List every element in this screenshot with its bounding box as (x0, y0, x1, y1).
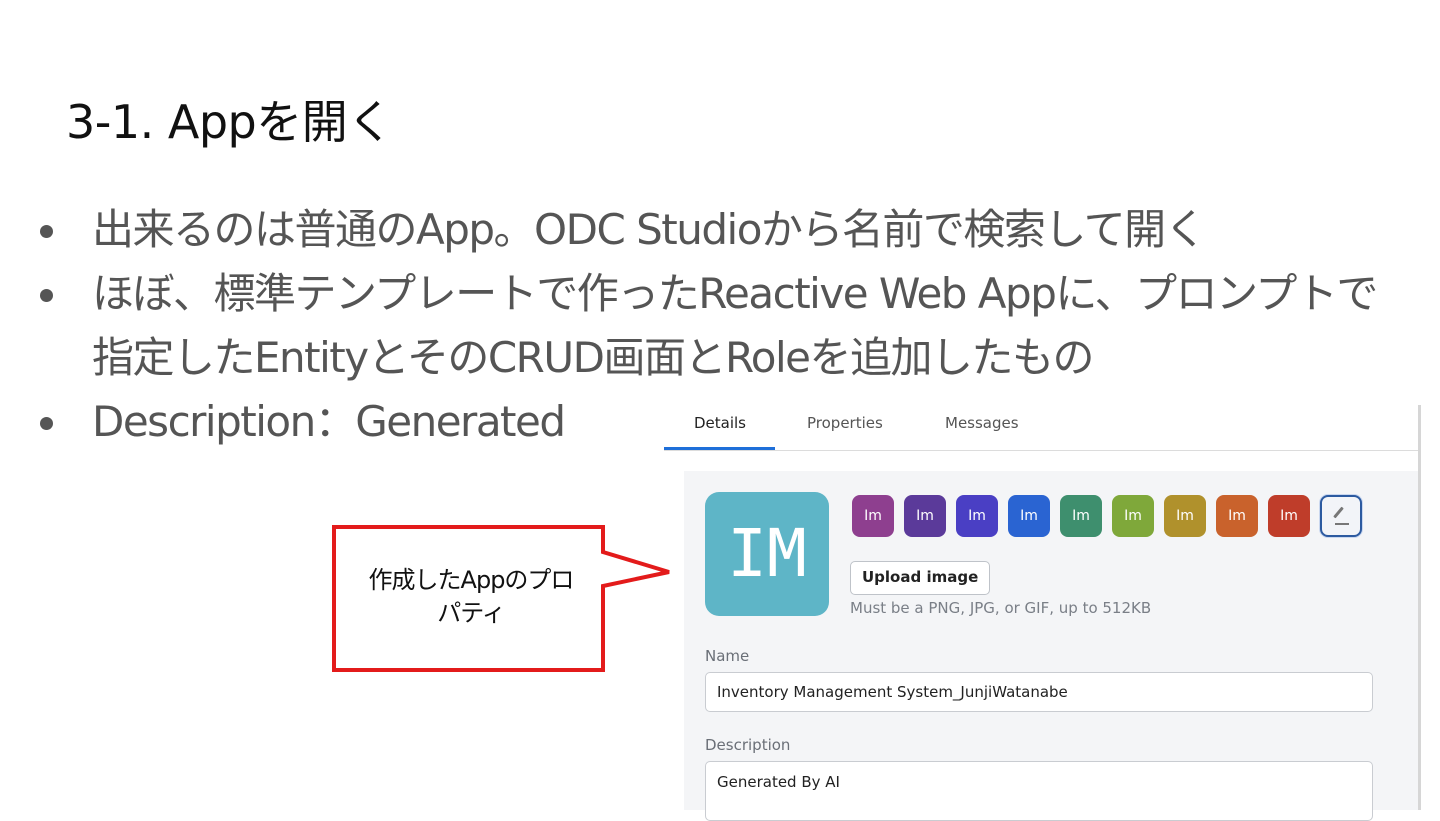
tab-messages[interactable]: Messages (945, 409, 1019, 447)
app-details-panel: Details Properties Messages IM Im Im Im … (664, 405, 1440, 821)
color-swatch[interactable]: Im (1164, 495, 1206, 537)
name-label: Name (705, 647, 750, 665)
upload-hint: Must be a PNG, JPG, or GIF, up to 512KB (850, 599, 1152, 617)
description-label: Description (705, 736, 791, 754)
bullet-item: ほぼ、標準テンプレートで作ったReactive Web Appに、プロンプトで … (40, 262, 1420, 390)
callout-text: 作成したAppのプロ パティ (341, 564, 601, 630)
color-swatch[interactable]: Im (904, 495, 946, 537)
bullet-dot (40, 225, 53, 238)
tab-properties[interactable]: Properties (807, 409, 883, 447)
eyedropper-icon (1322, 497, 1360, 535)
color-swatch[interactable]: Im (1060, 495, 1102, 537)
name-input[interactable]: Inventory Management System_JunjiWatanab… (705, 672, 1373, 712)
description-textarea[interactable]: Generated By AI (705, 761, 1373, 821)
custom-color-picker-button[interactable] (1320, 495, 1362, 537)
bullet-item: 出来るのは普通のApp。ODC Studioから名前で検索して開く (40, 198, 1420, 262)
active-tab-indicator (664, 447, 775, 450)
callout-box: 作成したAppのプロ パティ (331, 524, 677, 676)
bullet-text-continued: 指定したEntityとそのCRUD画面とRoleを追加したもの (92, 333, 1094, 382)
callout-line: パティ (437, 599, 506, 627)
color-swatch[interactable]: Im (956, 495, 998, 537)
bullet-dot (40, 289, 53, 302)
color-swatch[interactable]: Im (1268, 495, 1310, 537)
color-swatch[interactable]: Im (1112, 495, 1154, 537)
bullet-dot (40, 417, 53, 430)
slide-title: 3-1. Appを開く (66, 95, 393, 149)
bullet-text: 出来るのは普通のApp。ODC Studioから名前で検索して開く (92, 205, 1207, 254)
tab-bar: Details Properties Messages (664, 405, 1420, 451)
color-swatch[interactable]: Im (1216, 495, 1258, 537)
app-icon-preview: IM (705, 492, 829, 616)
panel-scrollbar-edge (1418, 405, 1421, 810)
tab-details[interactable]: Details (694, 409, 746, 447)
color-swatch[interactable]: Im (852, 495, 894, 537)
upload-image-button[interactable]: Upload image (850, 561, 991, 595)
bullet-text: Description：Generated (92, 397, 566, 446)
callout-line: 作成したAppのプロ (368, 566, 575, 594)
bullet-text: ほぼ、標準テンプレートで作ったReactive Web Appに、プロンプトで (92, 269, 1378, 318)
details-form: IM Im Im Im Im Im Im Im Im Im Upload ima… (684, 471, 1420, 821)
color-swatch[interactable]: Im (1008, 495, 1050, 537)
